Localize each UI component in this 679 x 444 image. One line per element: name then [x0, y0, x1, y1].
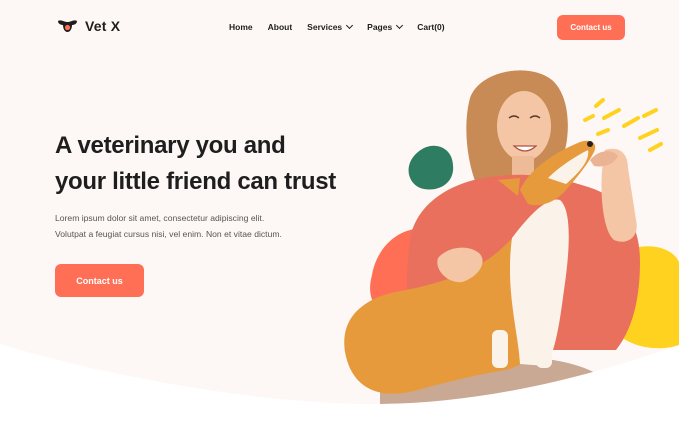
dog-face-icon [58, 20, 77, 32]
nav-item-label: Home [229, 22, 253, 32]
nav-item-label: Services [307, 22, 343, 32]
nav-item-services[interactable]: Services [307, 21, 354, 32]
hero-contact-button[interactable]: Contact us [55, 264, 144, 297]
hero-title-line-1: A veterinary you and [55, 132, 286, 159]
hero-description: Lorem ipsum dolor sit amet, consectetur … [55, 210, 355, 242]
hero-title-line-2: your little friend can trust [55, 168, 336, 195]
nav-item-label: Pages [367, 22, 393, 32]
main-nav: Home About Services Pages Cart(0) [229, 21, 445, 32]
nav-item-about[interactable]: About [268, 22, 293, 32]
hero-description-line-2: Volutpat a feugiat cursus nisi, vel enim… [55, 229, 282, 239]
chevron-down-icon [396, 21, 404, 30]
nav-item-label: About [267, 22, 293, 32]
nav-item-home[interactable]: Home [229, 22, 253, 32]
nav-item-cart[interactable]: Cart(0) [417, 22, 444, 32]
landing-page: Vet X Home About Services Pages Cart(0) … [0, 0, 679, 444]
brand-name: Vet X [85, 18, 121, 34]
hero-title: A veterinary you and your little friend … [55, 128, 385, 200]
brand-logo[interactable]: Vet X [56, 18, 120, 34]
nav-item-label: Cart(0) [417, 22, 445, 32]
nav-item-pages[interactable]: Pages [367, 21, 404, 32]
chevron-down-icon [346, 21, 354, 30]
hero-description-line-1: Lorem ipsum dolor sit amet, consectetur … [55, 213, 265, 223]
header-contact-button[interactable]: Contact us [557, 15, 625, 40]
